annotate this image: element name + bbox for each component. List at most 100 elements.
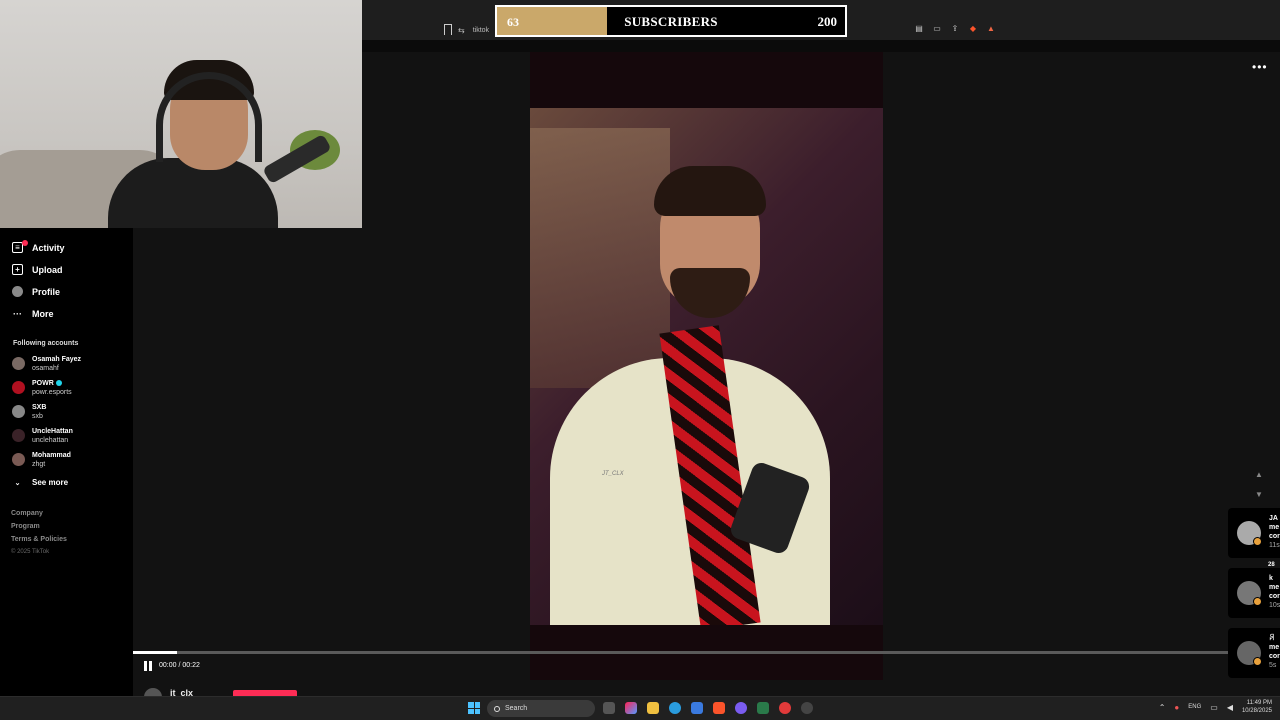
- video-content[interactable]: JT_CLX: [530, 108, 883, 625]
- plus-square-icon: +: [12, 264, 23, 275]
- chevron-up-icon[interactable]: ⌃: [1159, 703, 1166, 712]
- notification-time: 11s: [1269, 542, 1280, 549]
- browser-tools: ▤ ▭ ⇪ ◆ ▲: [914, 24, 996, 33]
- discord-icon[interactable]: [735, 702, 747, 714]
- edge-icon[interactable]: [669, 702, 681, 714]
- sidebar-item-profile[interactable]: Profile: [12, 286, 60, 297]
- video-progress-fill: [133, 651, 177, 654]
- clock[interactable]: 11:49 PM 10/28/2025: [1242, 699, 1272, 715]
- notification-user: k: [1269, 575, 1273, 582]
- subscriber-label: SUBSCRIBERS: [624, 14, 718, 29]
- clock-time: 11:49 PM: [1246, 700, 1272, 706]
- see-more-label: See more: [32, 478, 69, 487]
- avatar: [12, 381, 25, 394]
- avatar: [12, 357, 25, 370]
- webcam-overlay: [0, 0, 362, 228]
- sidebar-item-more[interactable]: ··· More: [12, 308, 54, 319]
- more-options-icon[interactable]: •••: [1252, 60, 1268, 74]
- following-account-item[interactable]: Osamah Fayez osamahf: [12, 355, 81, 373]
- notification-card[interactable]: ꋪ me cor 5s: [1228, 628, 1280, 678]
- notification-card[interactable]: JA me cor 11s: [1228, 508, 1280, 558]
- notification-time: 10s: [1269, 602, 1280, 609]
- video-progress-bar[interactable]: [133, 651, 1228, 654]
- video-watermark: JT_CLX: [602, 471, 624, 477]
- account-handle: sxb: [32, 413, 43, 420]
- sidebar-item-label: Activity: [32, 242, 65, 253]
- store-icon[interactable]: [691, 702, 703, 714]
- taskbar: Search ⌃ ● ENG ▭ ◀ 11:49 PM 10/28/2025: [0, 696, 1280, 720]
- screen: ⇆ tiktok 7126996 ▤ ▭ ⇪ ◆ ▲ JT_CLX ••• ▲ …: [0, 0, 1280, 720]
- share-icon[interactable]: ⇪: [950, 24, 960, 33]
- mic-icon[interactable]: ●: [1174, 703, 1179, 712]
- avatar: [12, 286, 23, 297]
- following-account-item[interactable]: SXB sxb: [12, 403, 46, 421]
- following-account-item[interactable]: Mohammad zhgt: [12, 451, 71, 469]
- bookmark-icon[interactable]: [444, 24, 452, 35]
- see-more-button[interactable]: ⌄ See more: [12, 477, 68, 488]
- pause-icon[interactable]: [144, 661, 154, 671]
- excel-icon[interactable]: [757, 702, 769, 714]
- file-explorer-icon[interactable]: [647, 702, 659, 714]
- notification-time: 5s: [1269, 662, 1277, 669]
- account-handle: powr.esports: [32, 389, 72, 396]
- ellipsis-icon: ···: [13, 308, 22, 319]
- notification-text: cor: [1269, 593, 1280, 600]
- footer-link-company[interactable]: Company: [11, 510, 43, 517]
- footer-link-program[interactable]: Program: [11, 523, 40, 530]
- status-icon: [1253, 657, 1262, 666]
- next-video-icon[interactable]: ▼: [1255, 490, 1263, 499]
- inbox-icon: ≡: [12, 240, 28, 253]
- sidebar-item-upload[interactable]: + Upload: [12, 264, 63, 275]
- sidebar-item-label: Profile: [32, 286, 61, 297]
- site-settings-icon[interactable]: ⇆: [458, 26, 465, 35]
- avatar: [12, 453, 25, 466]
- rewards-icon[interactable]: ▲: [986, 24, 996, 33]
- sidebar-item-label: Upload: [32, 264, 63, 275]
- search-icon: [494, 705, 500, 712]
- task-view-icon[interactable]: [603, 702, 615, 714]
- notification-text: me: [1269, 584, 1280, 591]
- screen-icon[interactable]: ▭: [932, 24, 942, 33]
- sidebar-item-activity[interactable]: ≡ Activity: [12, 240, 65, 253]
- windows-start-icon[interactable]: [468, 702, 480, 714]
- account-handle: unclehattan: [32, 437, 69, 444]
- obs-icon[interactable]: [801, 702, 813, 714]
- copyright-text: © 2025 TikTok: [11, 549, 50, 555]
- monitor-icon[interactable]: ▭: [1210, 703, 1218, 712]
- chevron-down-icon: ⌄: [14, 479, 21, 487]
- account-name: Mohammad: [32, 452, 71, 459]
- notification-text: me: [1269, 524, 1280, 531]
- account-name: POWR: [32, 380, 54, 387]
- following-account-item[interactable]: POWR powr.esports: [12, 379, 72, 397]
- notification-text: cor: [1269, 533, 1280, 540]
- brave-shield-icon[interactable]: ◆: [968, 24, 978, 33]
- notification-user: JA: [1269, 515, 1278, 522]
- copilot-icon[interactable]: [625, 702, 637, 714]
- brave-icon[interactable]: [713, 702, 725, 714]
- subscriber-goal-overlay: 63 SUBSCRIBERS 200: [495, 5, 847, 37]
- account-name: Osamah Fayez: [32, 356, 82, 363]
- status-icon: [1253, 597, 1262, 606]
- account-handle: zhgt: [32, 461, 46, 468]
- reader-icon[interactable]: ▤: [914, 24, 924, 33]
- status-icon: [1253, 537, 1262, 546]
- sidebar: ≡ Activity + Upload Profile ··· More Fol…: [0, 228, 133, 696]
- taskbar-search[interactable]: Search: [487, 700, 595, 717]
- notification-badge: [22, 240, 28, 246]
- volume-icon[interactable]: ◀: [1227, 703, 1233, 712]
- notification-card[interactable]: k me cor 10s: [1228, 568, 1280, 618]
- subscriber-target: 200: [817, 14, 838, 29]
- notification-text: me: [1269, 644, 1280, 651]
- following-account-item[interactable]: UncleHattan unclehattan: [12, 427, 73, 445]
- avatar: [12, 429, 25, 442]
- account-name: SXB: [32, 404, 47, 411]
- app-icon[interactable]: [779, 702, 791, 714]
- clock-date: 10/28/2025: [1241, 708, 1272, 714]
- language-indicator[interactable]: ENG: [1188, 704, 1201, 710]
- account-handle: osamahf: [32, 365, 59, 372]
- following-accounts-title: Following accounts: [13, 340, 79, 347]
- footer-link-terms[interactable]: Terms & Policies: [11, 536, 67, 543]
- previous-video-icon[interactable]: ▲: [1255, 470, 1263, 479]
- search-label: Search: [505, 705, 528, 712]
- avatar: [12, 405, 25, 418]
